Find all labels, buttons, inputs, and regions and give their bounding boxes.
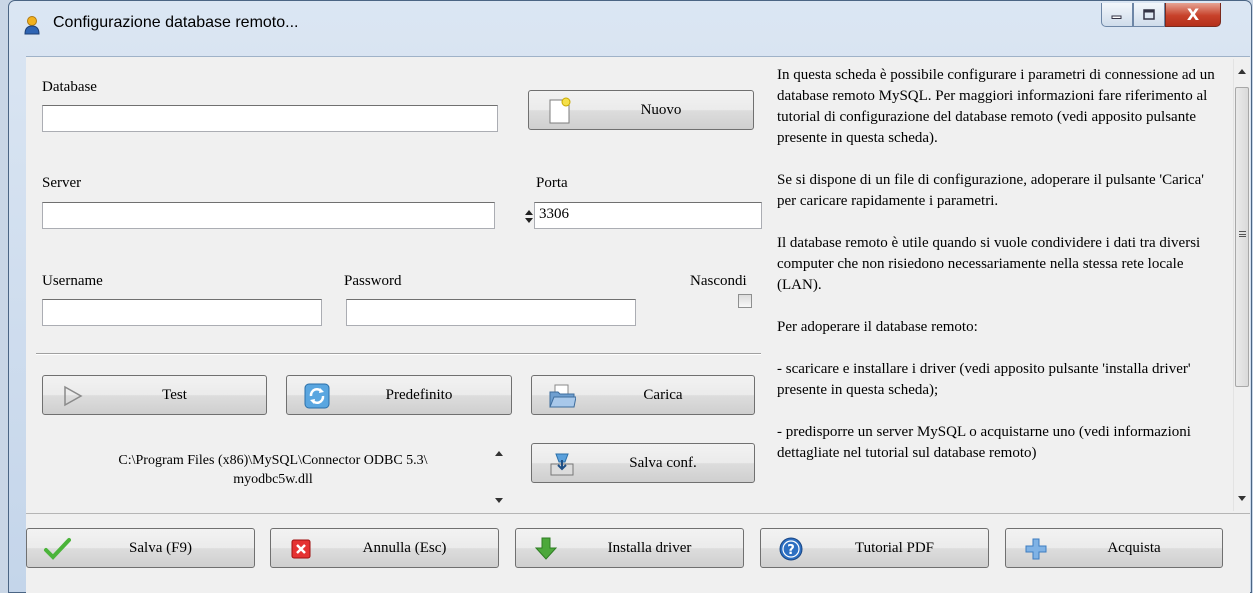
port-label: Porta [536, 175, 568, 191]
default-button-label: Predefinito [385, 386, 453, 403]
driver-path-scrollbar[interactable] [491, 443, 509, 511]
action-bar: Salva (F9) Annulla (Esc) Installa driver… [26, 513, 1250, 593]
tutorial-pdf-button[interactable]: ? Tutorial PDF [760, 528, 989, 568]
cancel-x-icon [291, 539, 311, 559]
username-input[interactable] [42, 299, 322, 326]
minimize-icon [1111, 15, 1122, 19]
driver-path-line2: myodbc5w.dll [233, 472, 313, 487]
spin-up-icon[interactable] [525, 210, 533, 215]
database-input[interactable] [42, 105, 498, 132]
info-paragraph: Per adoperare il database remoto: [777, 319, 978, 335]
plus-icon [1025, 538, 1047, 560]
username-label: Username [42, 273, 103, 289]
maximize-icon [1143, 9, 1155, 20]
test-button[interactable]: Test [42, 375, 267, 415]
scrollbar-thumb[interactable] [1235, 87, 1249, 387]
cancel-button[interactable]: Annulla (Esc) [270, 528, 499, 568]
scroll-down-icon[interactable] [495, 498, 503, 503]
install-driver-button[interactable]: Installa driver [515, 528, 744, 568]
save-button[interactable]: Salva (F9) [26, 528, 255, 568]
info-paragraph: Se si dispone di un file di configurazio… [777, 172, 1204, 209]
new-button-label: Nuovo [640, 101, 682, 118]
info-paragraph: In questa scheda è possibile configurare… [777, 67, 1215, 146]
driver-path-box[interactable]: C:\Program Files (x86)\MySQL\Connector O… [38, 443, 510, 511]
play-icon [64, 385, 83, 407]
server-label: Server [42, 175, 82, 191]
tutorial-pdf-button-label: Tutorial PDF [854, 539, 935, 556]
info-scrollbar[interactable] [1233, 59, 1250, 511]
title-bar[interactable]: Configurazione database remoto... X [9, 1, 1251, 41]
info-paragraph: - scaricare e installare i driver (vedi … [777, 361, 1191, 398]
download-arrow-icon [534, 537, 558, 560]
folder-open-icon [549, 384, 576, 408]
hide-label: Nascondi [690, 273, 747, 289]
checkmark-icon [44, 538, 71, 560]
grip-icon [1239, 231, 1246, 237]
database-user-icon [24, 16, 40, 35]
database-label: Database [42, 79, 97, 95]
install-driver-button-label: Installa driver [607, 539, 692, 556]
scroll-down-icon[interactable] [1238, 496, 1246, 501]
settings-panel: Database Nuovo Server Porta 3306 Usernam… [26, 57, 1250, 513]
new-button[interactable]: Nuovo [528, 90, 754, 130]
driver-path-text: C:\Program Files (x86)\MySQL\Connector O… [68, 451, 478, 489]
default-button[interactable]: Predefinito [286, 375, 512, 415]
close-button[interactable]: X [1165, 3, 1221, 27]
test-button-label: Test [162, 386, 187, 403]
buy-button-label: Acquista [1107, 539, 1161, 556]
new-document-icon [549, 97, 571, 124]
save-conf-button[interactable]: Salva conf. [531, 443, 755, 483]
info-paragraph: - predisporre un server MySQL o acquista… [777, 424, 1191, 461]
scroll-up-icon[interactable] [495, 451, 503, 456]
info-text: In questa scheda è possibile configurare… [767, 59, 1233, 511]
spin-down-icon[interactable] [525, 218, 533, 223]
server-input[interactable] [42, 202, 495, 229]
load-button-label: Carica [643, 386, 683, 403]
cancel-button-label: Annulla (Esc) [362, 539, 447, 556]
window-title: Configurazione database remoto... [53, 14, 299, 31]
maximize-button[interactable] [1133, 3, 1165, 27]
minimize-button[interactable] [1101, 3, 1133, 27]
info-paragraph: Il database remoto è utile quando si vuo… [777, 235, 1201, 293]
hide-password-checkbox[interactable] [738, 294, 752, 308]
scroll-up-icon[interactable] [1238, 69, 1246, 74]
load-button[interactable]: Carica [531, 375, 755, 415]
driver-path-line1: C:\Program Files (x86)\MySQL\Connector O… [118, 453, 428, 468]
help-question-icon: ? [779, 537, 803, 561]
buy-button[interactable]: Acquista [1005, 528, 1223, 568]
refresh-icon [304, 383, 330, 409]
port-spinner-arrows[interactable] [524, 204, 534, 231]
password-label: Password [344, 273, 402, 289]
client-area: Database Nuovo Server Porta 3306 Usernam… [26, 56, 1250, 593]
divider [36, 353, 761, 355]
save-disk-icon [550, 453, 574, 476]
password-input[interactable] [346, 299, 636, 326]
close-icon: X [1186, 5, 1200, 24]
svg-text:?: ? [787, 543, 795, 558]
save-conf-button-label: Salva conf. [629, 454, 697, 471]
save-button-label: Salva (F9) [129, 539, 192, 556]
port-input[interactable]: 3306 [534, 202, 762, 229]
